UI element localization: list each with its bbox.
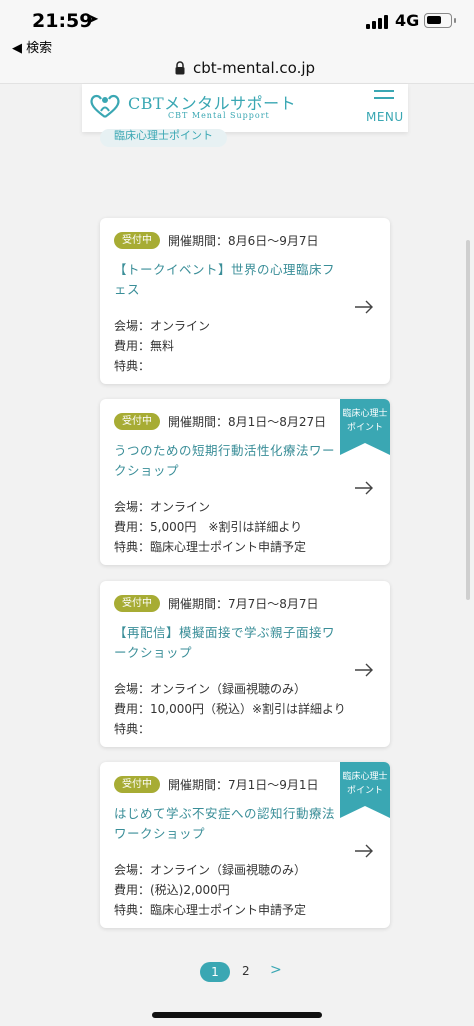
event-venue: 会場：オンライン (114, 319, 211, 333)
phone-screen: 21:59 ➤ 4G ◀ 検索 cbt-mental.co.jp CBTメンタル… (0, 0, 474, 1026)
event-fee: 費用：(税込)2,000円 (114, 883, 230, 897)
event-details: 会場：オンライン 費用：5,000円 ※割引は詳細より 特典：臨床心理士ポイント… (114, 497, 306, 557)
battery-icon (424, 13, 456, 28)
event-card[interactable]: 受付中 開催期間：7月1日〜9月1日 はじめて学ぶ不安症への認知行動療法ワークシ… (100, 762, 390, 928)
status-badge: 受付中 (114, 413, 160, 430)
event-card[interactable]: 受付中 開催期間：7月7日〜8月7日 【再配信】模擬面接で学ぶ親子面接ワークショ… (100, 581, 390, 747)
event-details: 会場：オンライン（録画視聴のみ） 費用：(税込)2,000円 特典：臨床心理士ポ… (114, 860, 306, 920)
scrollbar[interactable] (466, 240, 470, 600)
event-venue: 会場：オンライン (114, 500, 211, 514)
arrow-right-icon[interactable] (354, 481, 374, 495)
event-period: 開催期間：7月1日〜9月1日 (168, 778, 319, 792)
event-card[interactable]: 受付中 開催期間：8月1日〜8月27日 うつのための短期行動活性化療法ワークショ… (100, 399, 390, 565)
event-title[interactable]: 【再配信】模擬面接で学ぶ親子面接ワークショップ (114, 623, 346, 663)
next-page-arrow[interactable]: > (270, 962, 282, 978)
event-title[interactable]: うつのための短期行動活性化療法ワークショップ (114, 441, 346, 481)
heart-hands-logo-icon[interactable] (88, 92, 122, 120)
back-bar: ◀ 検索 (0, 36, 474, 56)
event-fee: 費用：10,000円（税込）※割引は詳細より (114, 702, 346, 716)
event-period: 開催期間：8月6日〜9月7日 (168, 234, 319, 248)
event-fee: 費用：無料 (114, 339, 175, 353)
event-perk: 特典： (114, 722, 151, 736)
event-card[interactable]: 受付中 開催期間：8月6日〜9月7日 【トークイベント】世界の心理臨床フェス 会… (100, 218, 390, 384)
tag-chip[interactable]: 臨床心理士ポイント (100, 129, 227, 147)
status-time: 21:59 (32, 10, 93, 32)
home-indicator[interactable] (152, 1012, 322, 1018)
arrow-right-icon[interactable] (354, 663, 374, 677)
logo-subtitle: CBT Mental Support (168, 111, 270, 120)
network-label: 4G (395, 11, 420, 30)
event-perk: 特典： (114, 359, 151, 373)
ribbon-label: 臨床心理士ポイント (342, 409, 388, 433)
event-period: 開催期間：7月7日〜8月7日 (168, 597, 319, 611)
menu-label: MENU (366, 110, 404, 124)
back-to-search-link[interactable]: ◀ 検索 (12, 37, 52, 56)
status-badge: 受付中 (114, 595, 160, 612)
address-bar[interactable]: cbt-mental.co.jp (0, 56, 474, 84)
location-arrow-icon: ➤ (88, 12, 99, 27)
event-venue: 会場：オンライン（録画視聴のみ） (114, 863, 307, 877)
page-content: CBTメンタルサポート CBT Mental Support MENU 臨床心理… (0, 84, 474, 1026)
point-ribbon: 臨床心理士ポイント (340, 762, 390, 818)
event-details: 会場：オンライン（録画視聴のみ） 費用：10,000円（税込）※割引は詳細より … (114, 679, 346, 739)
event-fee: 費用：5,000円 ※割引は詳細より (114, 520, 303, 534)
point-ribbon: 臨床心理士ポイント (340, 399, 390, 455)
event-title[interactable]: 【トークイベント】世界の心理臨床フェス (114, 260, 346, 300)
event-period: 開催期間：8月1日〜8月27日 (168, 415, 327, 429)
status-bar: 21:59 ➤ 4G (0, 0, 474, 36)
event-title[interactable]: はじめて学ぶ不安症への認知行動療法ワークショップ (114, 804, 346, 844)
lock-icon (175, 61, 185, 75)
arrow-right-icon[interactable] (354, 844, 374, 858)
site-header: CBTメンタルサポート CBT Mental Support MENU (82, 84, 408, 132)
event-details: 会場：オンライン 費用：無料 特典： (114, 316, 210, 376)
signal-icon (366, 15, 388, 29)
pagination: 1 2 > (200, 962, 290, 984)
page-2-link[interactable]: 2 (242, 964, 250, 978)
ribbon-label: 臨床心理士ポイント (342, 772, 388, 796)
arrow-right-icon[interactable] (354, 300, 374, 314)
status-badge: 受付中 (114, 232, 160, 249)
event-perk: 特典：臨床心理士ポイント申請予定 (114, 903, 307, 917)
menu-button[interactable]: MENU (364, 90, 404, 128)
event-venue: 会場：オンライン（録画視聴のみ） (114, 682, 307, 696)
status-badge: 受付中 (114, 776, 160, 793)
url-text: cbt-mental.co.jp (193, 59, 316, 77)
page-1-current[interactable]: 1 (200, 962, 230, 982)
event-perk: 特典：臨床心理士ポイント申請予定 (114, 540, 307, 554)
